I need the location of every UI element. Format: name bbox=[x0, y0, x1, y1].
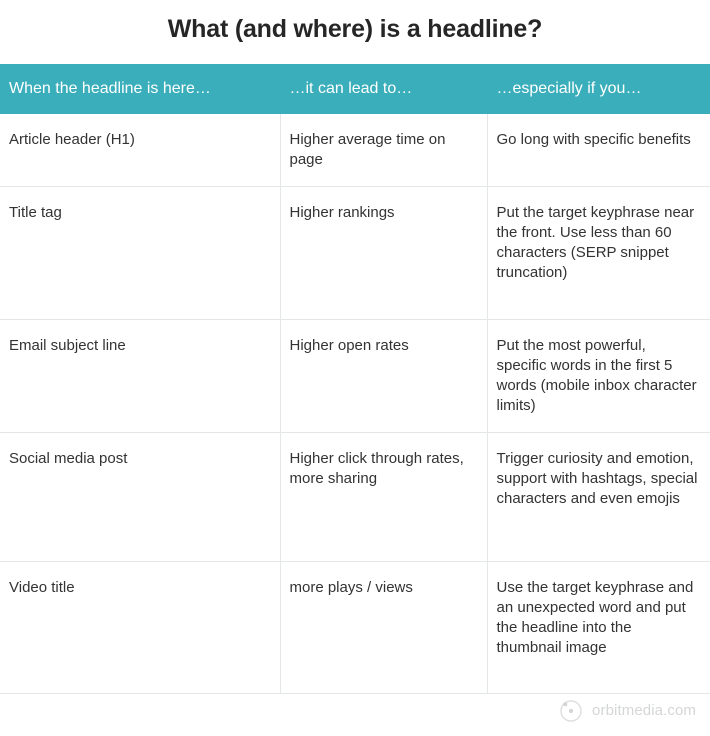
column-header-leads-to: …it can lead to… bbox=[279, 64, 487, 114]
headline-table: When the headline is here… …it can lead … bbox=[0, 64, 710, 694]
table-header-row: When the headline is here… …it can lead … bbox=[0, 64, 710, 114]
cell-especially: Put the most powerful, specific words in… bbox=[486, 319, 710, 433]
cell-leads-to: Higher click through rates, more sharing bbox=[279, 432, 487, 562]
table-row: Title tag Higher rankings Put the target… bbox=[0, 186, 710, 320]
infographic-table-page: What (and where) is a headline? When the… bbox=[0, 0, 710, 736]
page-footer: orbitmedia.com bbox=[0, 685, 710, 736]
cell-leads-to: Higher average time on page bbox=[279, 114, 487, 187]
table-header: When the headline is here… …it can lead … bbox=[0, 64, 710, 114]
cell-leads-to: Higher rankings bbox=[279, 186, 487, 320]
cell-especially: Go long with specific benefits bbox=[486, 114, 710, 187]
cell-leads-to: more plays / views bbox=[279, 561, 487, 694]
brand-name: orbitmedia.com bbox=[592, 702, 696, 719]
column-header-especially: …especially if you… bbox=[486, 64, 710, 114]
table-row: Email subject line Higher open rates Put… bbox=[0, 319, 710, 433]
cell-where: Email subject line bbox=[0, 319, 280, 433]
cell-especially: Use the target keyphrase and an unexpect… bbox=[486, 561, 710, 694]
page-title: What (and where) is a headline? bbox=[167, 15, 543, 43]
table-row: Video title more plays / views Use the t… bbox=[0, 561, 710, 694]
cell-especially: Put the target keyphrase near the front.… bbox=[486, 186, 710, 320]
cell-especially: Trigger curiosity and emotion, support w… bbox=[486, 432, 710, 562]
brand-credit: orbitmedia.com bbox=[558, 698, 696, 724]
cell-leads-to: Higher open rates bbox=[279, 319, 487, 433]
cell-where: Article header (H1) bbox=[0, 114, 280, 187]
headline-table-container: When the headline is here… …it can lead … bbox=[0, 64, 710, 694]
table-row: Article header (H1) Higher average time … bbox=[0, 114, 710, 187]
table-body: Article header (H1) Higher average time … bbox=[0, 114, 710, 694]
cell-where: Video title bbox=[0, 561, 280, 694]
cell-where: Title tag bbox=[0, 186, 280, 320]
orbit-logo-icon bbox=[558, 698, 584, 724]
cell-where: Social media post bbox=[0, 432, 280, 562]
column-header-where: When the headline is here… bbox=[0, 64, 280, 114]
table-row: Social media post Higher click through r… bbox=[0, 432, 710, 562]
